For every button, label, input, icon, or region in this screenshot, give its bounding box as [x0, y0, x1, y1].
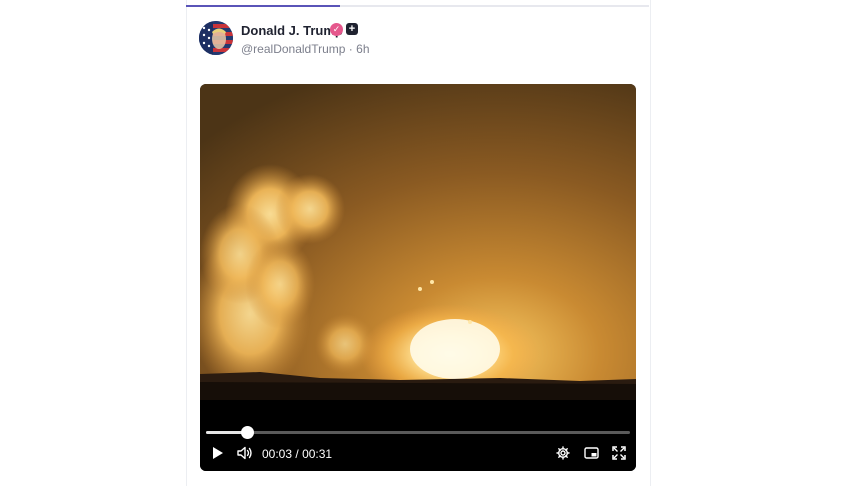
meta-separator: ·: [348, 42, 353, 56]
avatar[interactable]: [199, 21, 233, 55]
time-display: 00:03 / 00:31: [262, 447, 332, 461]
video-controls-overlay: 00:03 / 00:31: [200, 84, 636, 471]
time-separator: /: [295, 447, 299, 461]
settings-icon[interactable]: [556, 446, 570, 465]
play-icon[interactable]: [210, 446, 224, 465]
volume-icon[interactable]: [237, 446, 253, 465]
fullscreen-icon[interactable]: [612, 446, 626, 465]
picture-in-picture-icon[interactable]: [584, 446, 599, 465]
author-name[interactable]: Donald J. Trump: [241, 23, 343, 38]
progress-track[interactable]: [206, 431, 630, 434]
current-time: 00:03: [262, 447, 293, 461]
verified-badge-icon: ✓: [330, 23, 343, 36]
author-handle-line: @realDonaldTrump · 6h: [241, 42, 370, 56]
plus-badge-icon: +: [346, 23, 358, 35]
duration: 00:31: [302, 447, 333, 461]
post-age[interactable]: 6h: [356, 42, 369, 56]
progress-thumb[interactable]: [241, 426, 254, 439]
active-tab-indicator: [186, 5, 340, 7]
author-handle[interactable]: @realDonaldTrump: [241, 42, 345, 56]
